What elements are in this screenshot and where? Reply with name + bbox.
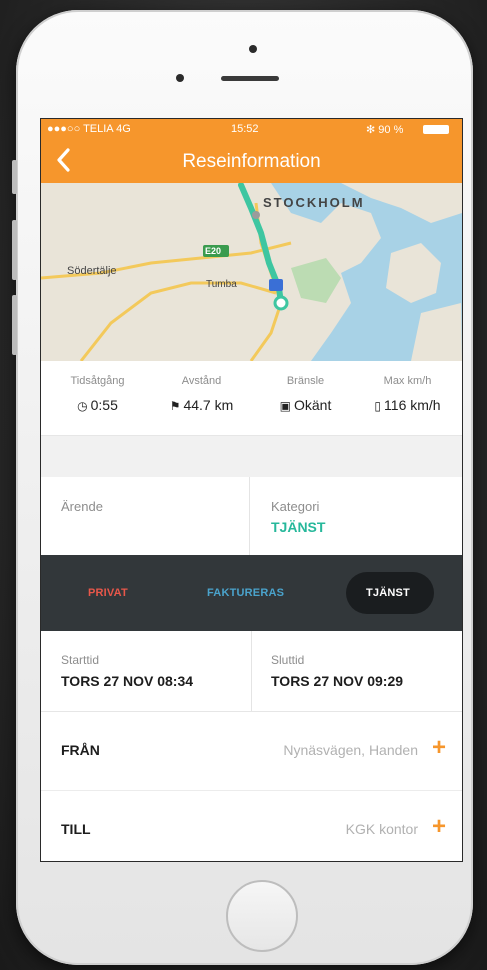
- proximity-sensor: [176, 74, 184, 82]
- volume-down-button: [12, 295, 17, 355]
- stat-duration: Tidsåtgång ◷ 0:55: [45, 375, 150, 413]
- app-screen: ●●●○○ TELIA 4G 15:52 ✻ 90 % Reseinformat…: [41, 119, 462, 861]
- stat-maxspeed: Max km/h ▯ 116 km/h: [355, 375, 460, 413]
- to-value: KGK kontor: [345, 821, 418, 837]
- stat-distance-value: 44.7 km: [183, 397, 234, 413]
- stat-distance: Avstånd ⚑ 44.7 km: [149, 375, 254, 413]
- page-title: Reseinformation: [182, 151, 321, 172]
- map-label-e20: E20: [205, 246, 222, 256]
- category-value: TJÄNST: [271, 519, 326, 535]
- segment-tjanst[interactable]: TJÄNST: [366, 587, 410, 599]
- clock-icon: ◷: [77, 399, 88, 413]
- divider: [251, 631, 252, 711]
- category-label: Kategori: [271, 499, 320, 514]
- end-time-label: Sluttid: [271, 653, 305, 667]
- battery-label: ✻ 90 %: [366, 124, 404, 136]
- section-gap: [41, 436, 462, 477]
- from-row[interactable]: FRÅN Nynäsvägen, Handen +: [41, 712, 462, 791]
- from-label: FRÅN: [61, 742, 100, 758]
- battery-icon: [423, 125, 449, 134]
- flag-icon: ⚑: [169, 399, 181, 413]
- segment-faktureras[interactable]: FAKTURERAS: [207, 587, 284, 599]
- to-label: TILL: [61, 821, 91, 837]
- status-bar: ●●●○○ TELIA 4G 15:52 ✻ 90 %: [41, 119, 462, 139]
- times-row: Starttid TORS 27 NOV 08:34 Sluttid TORS …: [41, 631, 462, 712]
- from-value: Nynäsvägen, Handen: [283, 742, 418, 758]
- errand-field[interactable]: Ärende: [61, 499, 103, 514]
- stat-fuel-value: Okänt: [293, 397, 332, 413]
- volume-up-button: [12, 220, 17, 280]
- stat-maxspeed-label: Max km/h: [383, 375, 432, 387]
- carrier-label: ●●●○○ TELIA 4G: [47, 123, 131, 135]
- thermometer-icon: ▯: [374, 399, 382, 413]
- trip-stats: Tidsåtgång ◷ 0:55 Avstånd ⚑ 44.7 km Bränsl…: [41, 361, 462, 436]
- map-label-tumba: Tumba: [206, 279, 237, 290]
- map-label-stockholm: STOCKHOLM: [263, 195, 365, 210]
- mute-switch: [12, 160, 17, 194]
- divider: [249, 477, 250, 555]
- route-map[interactable]: STOCKHOLM E20 Södertälje Tumba: [41, 183, 462, 361]
- segment-privat[interactable]: PRIVAT: [88, 587, 128, 599]
- stat-distance-label: Avstånd: [181, 375, 222, 387]
- stat-duration-value: 0:55: [90, 397, 118, 413]
- front-camera: [249, 45, 257, 53]
- stat-fuel-label: Bränsle: [286, 375, 325, 387]
- stat-maxspeed-value: 116 km/h: [384, 397, 441, 413]
- nav-bar: Reseinformation: [41, 139, 462, 183]
- earpiece-speaker: [221, 76, 279, 81]
- start-time-label: Starttid: [61, 653, 100, 667]
- stat-fuel: Bränsle ▣ Okänt: [253, 375, 358, 413]
- status-time: 15:52: [231, 123, 259, 135]
- to-row[interactable]: TILL KGK kontor +: [41, 791, 462, 861]
- home-button[interactable]: [226, 880, 298, 952]
- fuel-icon: ▣: [279, 399, 291, 413]
- map-label-sodertalje: Södertälje: [67, 265, 117, 277]
- errand-category-row: Ärende Kategori TJÄNST: [41, 477, 462, 555]
- stat-duration-label: Tidsåtgång: [70, 375, 125, 387]
- end-time-value[interactable]: TORS 27 NOV 09:29: [271, 673, 403, 689]
- start-time-value[interactable]: TORS 27 NOV 08:34: [61, 673, 193, 689]
- add-from-icon[interactable]: +: [432, 734, 446, 762]
- category-segmented-control: PRIVAT FAKTURERAS TJÄNST: [41, 555, 462, 631]
- add-to-icon[interactable]: +: [432, 813, 446, 841]
